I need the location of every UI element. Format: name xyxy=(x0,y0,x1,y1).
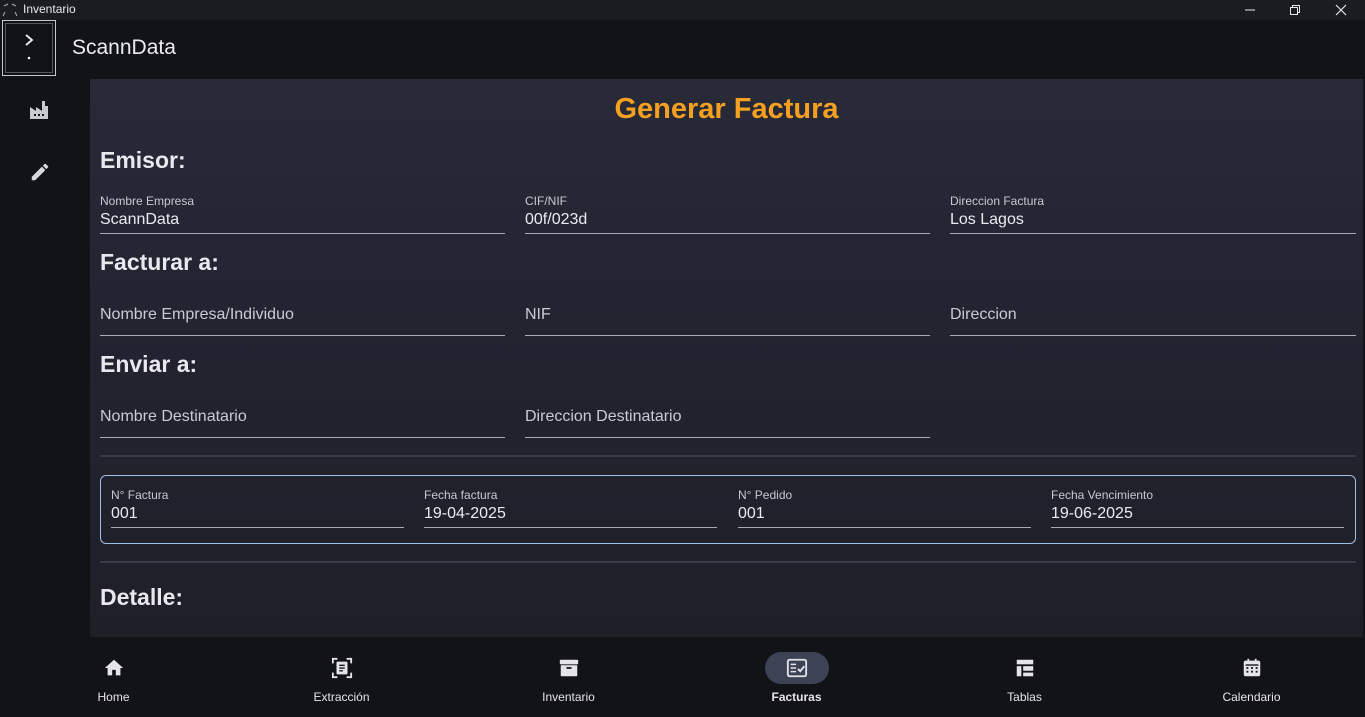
section-divider xyxy=(100,455,1356,457)
app-header: ScannData xyxy=(0,20,1365,78)
nav-indicator xyxy=(537,652,601,684)
nav-item-facturas[interactable]: Facturas xyxy=(683,637,910,717)
field-label: Fecha Vencimiento xyxy=(1051,488,1154,502)
input-placeholder: Nombre Empresa/Individuo xyxy=(100,306,294,323)
field-label: Nombre Empresa xyxy=(100,194,195,208)
field-value: 001 xyxy=(738,505,765,522)
close-button[interactable] xyxy=(1318,0,1364,20)
nav-indicator xyxy=(310,652,374,684)
input-placeholder: NIF xyxy=(525,306,551,323)
window-title: Inventario xyxy=(23,2,76,16)
minimize-button[interactable] xyxy=(1227,0,1273,20)
field-value: 19-04-2025 xyxy=(424,505,506,522)
invoice-check-icon xyxy=(786,658,807,678)
nav-item-extraccion[interactable]: Extracción xyxy=(228,637,455,717)
facturar-heading: Facturar a: xyxy=(100,249,219,275)
nav-label: Tablas xyxy=(1007,690,1042,704)
table-icon xyxy=(1016,659,1033,677)
client-name-input[interactable]: Nombre Empresa/Individuo xyxy=(100,296,505,336)
nav-indicator xyxy=(993,652,1057,684)
minimize-icon xyxy=(1245,9,1255,11)
emisor-heading: Emisor: xyxy=(100,147,186,173)
order-info-box: N° Factura 001 Fecha factura 19-04-2025 … xyxy=(100,475,1356,544)
field-value: 00f/023d xyxy=(525,211,588,228)
home-icon xyxy=(104,659,123,676)
field-value: 001 xyxy=(111,505,138,522)
nav-label: Extracción xyxy=(313,690,370,704)
rail-item-factory[interactable] xyxy=(26,96,54,124)
nav-indicator xyxy=(1220,652,1284,684)
close-icon xyxy=(1335,4,1347,16)
recipient-name-input[interactable]: Nombre Destinatario xyxy=(100,398,505,438)
client-address-input[interactable]: Direccion xyxy=(950,296,1356,336)
input-placeholder: Nombre Destinatario xyxy=(100,408,247,425)
field-label: Fecha factura xyxy=(424,488,498,502)
nav-label: Inventario xyxy=(542,690,595,704)
rail-item-edit[interactable] xyxy=(26,158,54,186)
field-label: CIF/NIF xyxy=(525,194,567,208)
invoice-date-field[interactable]: Fecha factura 19-04-2025 xyxy=(424,488,717,528)
due-date-field[interactable]: Fecha Vencimiento 19-06-2025 xyxy=(1051,488,1344,528)
invoice-form-panel: Generar Factura Emisor: Nombre Empresa S… xyxy=(90,79,1363,637)
emisor-cif-field[interactable]: CIF/NIF 00f/023d xyxy=(525,194,930,234)
nav-item-inventario[interactable]: Inventario xyxy=(455,637,682,717)
section-divider xyxy=(100,561,1356,563)
emisor-address-field[interactable]: Direccion Factura Los Lagos xyxy=(950,194,1356,234)
input-placeholder: Direccion xyxy=(950,306,1017,323)
maximize-button[interactable] xyxy=(1272,0,1318,20)
scan-document-icon xyxy=(331,657,352,679)
nav-indicator xyxy=(82,652,146,684)
field-label: Direccion Factura xyxy=(950,194,1045,208)
nav-item-tablas[interactable]: Tablas xyxy=(911,637,1138,717)
field-value: ScannData xyxy=(100,211,180,228)
field-value: 19-06-2025 xyxy=(1051,505,1133,522)
order-number-field[interactable]: N° Pedido 001 xyxy=(738,488,1031,528)
factory-icon xyxy=(30,101,48,119)
recipient-address-input[interactable]: Direccion Destinatario xyxy=(525,398,930,438)
menu-toggle-button[interactable] xyxy=(2,20,56,76)
nav-label: Calendario xyxy=(1222,690,1281,704)
detalle-heading: Detalle: xyxy=(100,584,184,610)
nav-item-calendario[interactable]: Calendario xyxy=(1138,637,1365,717)
app-icon xyxy=(2,2,18,18)
field-value: Los Lagos xyxy=(950,211,1024,228)
chevron-right-icon xyxy=(25,34,34,46)
invoice-number-field[interactable]: N° Factura 001 xyxy=(111,488,404,528)
field-label: N° Factura xyxy=(111,488,169,502)
window-titlebar: Inventario xyxy=(0,0,1365,20)
navigation-rail xyxy=(0,78,90,637)
pencil-icon xyxy=(31,163,49,181)
enviar-heading: Enviar a: xyxy=(100,351,198,377)
input-placeholder: Direccion Destinatario xyxy=(525,408,682,425)
nav-indicator-active xyxy=(764,652,829,684)
nav-label: Facturas xyxy=(771,690,822,704)
app-title: ScannData xyxy=(72,36,176,59)
client-nif-input[interactable]: NIF xyxy=(525,296,930,336)
page-title: Generar Factura xyxy=(614,93,839,125)
maximize-icon xyxy=(1290,5,1300,15)
dot-icon xyxy=(27,56,31,60)
field-label: N° Pedido xyxy=(738,488,793,502)
archive-box-icon xyxy=(559,659,578,677)
nav-label: Home xyxy=(97,690,130,704)
calendar-icon xyxy=(1243,658,1260,677)
emisor-company-name-field[interactable]: Nombre Empresa ScannData xyxy=(100,194,505,234)
bottom-navigation: Home Extracción Inventario Facturas Tabl… xyxy=(0,637,1365,717)
nav-item-home[interactable]: Home xyxy=(0,637,227,717)
